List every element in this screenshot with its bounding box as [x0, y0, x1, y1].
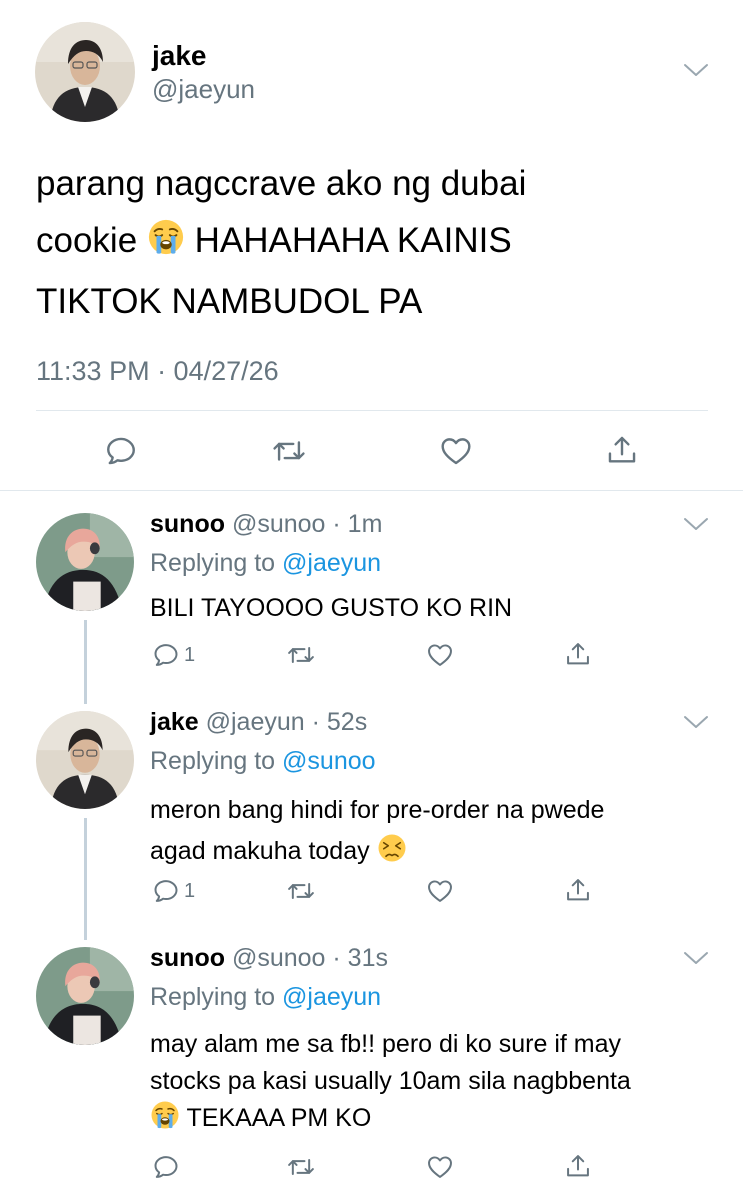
thread-line: [84, 818, 87, 940]
share-icon: [564, 1151, 592, 1181]
reply-header: sunoo @sunoo · 1m: [150, 510, 383, 538]
reply-button[interactable]: 1: [152, 641, 195, 669]
chevron-down-icon[interactable]: [683, 62, 709, 78]
like-button[interactable]: [426, 877, 454, 905]
reply-header: jake @jaeyun · 52s: [150, 708, 368, 736]
like-button[interactable]: [439, 434, 473, 468]
persevering-face-emoji: [377, 833, 407, 876]
retweet-icon: [286, 641, 316, 669]
main-tweet-line-1: parang nagccrave ako ng dubai: [36, 164, 527, 203]
retweet-icon: [286, 1153, 316, 1181]
retweet-button[interactable]: [271, 434, 307, 468]
reply-avatar[interactable]: [36, 513, 134, 611]
reply-text: may alam me sa fb!! pero di ko sure if m…: [150, 1026, 735, 1141]
reply-header: sunoo @sunoo · 31s: [150, 944, 388, 972]
share-button[interactable]: [564, 1151, 592, 1181]
like-icon: [426, 877, 454, 905]
main-tweet-text: parang nagccrave ako ng dubai cookie HAH…: [36, 155, 726, 330]
main-tweet-line-3: TIKTOK NAMBUDOL PA: [36, 282, 423, 321]
replying-to: Replying to @jaeyun: [150, 983, 382, 1011]
reply-button[interactable]: [104, 434, 138, 468]
reply-text: BILI TAYOOOO GUSTO KO RIN: [150, 594, 513, 622]
reply-icon: [104, 434, 138, 468]
like-button[interactable]: [426, 641, 454, 669]
loudly-crying-emoji: [150, 1100, 180, 1141]
main-tweet-timestamp[interactable]: 11:33 PM · 04/27/26: [36, 356, 279, 387]
main-tweet-avatar[interactable]: [35, 22, 135, 122]
like-icon: [426, 641, 454, 669]
share-icon: [564, 875, 592, 905]
share-icon: [564, 639, 592, 669]
chevron-down-icon[interactable]: [683, 714, 709, 730]
share-button[interactable]: [564, 639, 592, 669]
retweet-button[interactable]: [286, 1153, 316, 1181]
reply-avatar[interactable]: [36, 947, 134, 1045]
reply-icon: [152, 641, 180, 669]
share-button[interactable]: [564, 875, 592, 905]
reply-button[interactable]: [152, 1153, 180, 1181]
divider: [36, 410, 708, 411]
retweet-button[interactable]: [286, 641, 316, 669]
reply-text: meron bang hindi for pre-order na pwede …: [150, 790, 730, 876]
like-icon: [426, 1153, 454, 1181]
retweet-button[interactable]: [286, 877, 316, 905]
replying-to: Replying to @sunoo: [150, 747, 376, 775]
reply-icon: [152, 1153, 180, 1181]
main-tweet-line-2: cookie HAHAHAHA KAINIS: [36, 212, 726, 273]
replying-to: Replying to @jaeyun: [150, 549, 382, 577]
main-tweet-display-name[interactable]: jake: [152, 40, 207, 72]
like-icon: [439, 434, 473, 468]
retweet-icon: [286, 877, 316, 905]
chevron-down-icon[interactable]: [683, 950, 709, 966]
share-icon: [605, 432, 639, 468]
loudly-crying-emoji: [147, 216, 185, 273]
like-button[interactable]: [426, 1153, 454, 1181]
retweet-icon: [271, 434, 307, 468]
thread-line: [84, 620, 87, 704]
reply-icon: [152, 877, 180, 905]
share-button[interactable]: [605, 432, 639, 468]
reply-avatar[interactable]: [36, 711, 134, 809]
chevron-down-icon[interactable]: [683, 516, 709, 532]
main-tweet-handle[interactable]: @jaeyun: [152, 74, 255, 105]
reply-button[interactable]: 1: [152, 877, 195, 905]
section-divider: [0, 490, 743, 491]
